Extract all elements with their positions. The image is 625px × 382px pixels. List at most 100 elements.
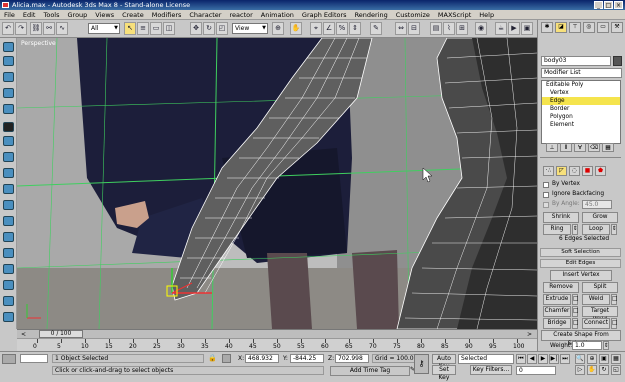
close-icon[interactable]: ×: [614, 1, 623, 9]
menu-help[interactable]: Help: [475, 10, 498, 20]
utilities-tab-icon[interactable]: ⚒: [611, 22, 623, 33]
play-icon[interactable]: ▶: [538, 354, 548, 364]
maximize-icon[interactable]: □: [604, 1, 613, 9]
undo-icon[interactable]: ↶: [2, 22, 14, 35]
select-by-name-icon[interactable]: ≡: [137, 22, 149, 35]
by-angle-checkbox[interactable]: [543, 202, 549, 208]
track-bar[interactable]: 0 5 10 15 20 25 30 35 40 45 50 55 60 65 70 75 80 85 90 95 10…: [17, 338, 537, 351]
stack-edge[interactable]: Edge: [542, 97, 620, 105]
loop-button[interactable]: Loop: [582, 224, 610, 235]
key-filters-button[interactable]: Key Filters...: [470, 365, 512, 375]
tool-icon[interactable]: [3, 280, 14, 290]
menu-reactor[interactable]: reactor: [225, 10, 256, 20]
orbit-icon[interactable]: ↻: [599, 365, 609, 375]
stack-polygon[interactable]: Polygon: [542, 113, 620, 121]
select-manipulate-icon[interactable]: ✋: [290, 22, 302, 35]
tool-icon[interactable]: [3, 232, 14, 242]
named-selection-icon[interactable]: ✎: [370, 22, 382, 35]
key-set-dropdown[interactable]: Selected: [458, 354, 514, 364]
border-mode-icon[interactable]: ◌: [569, 166, 580, 176]
prev-frame-icon[interactable]: <: [21, 331, 26, 338]
maxscript-listener-icon[interactable]: [2, 354, 16, 364]
menu-modifiers[interactable]: Modifiers: [148, 10, 186, 20]
z-coordinate-field[interactable]: 702.998: [335, 354, 369, 363]
goto-start-icon[interactable]: ⏮: [516, 354, 526, 364]
set-key-button[interactable]: Set Key: [432, 365, 456, 381]
motion-tab-icon[interactable]: ◎: [583, 22, 595, 33]
object-name-field[interactable]: body03: [541, 56, 611, 66]
menu-character[interactable]: Character: [185, 10, 225, 20]
shrink-button[interactable]: Shrink: [543, 212, 579, 223]
by-vertex-checkbox[interactable]: [543, 182, 549, 188]
tool-icon[interactable]: [3, 264, 14, 274]
minimize-icon[interactable]: _: [594, 1, 603, 9]
tool-icon[interactable]: [3, 248, 14, 258]
lock-selection-icon[interactable]: 🔒: [208, 354, 217, 363]
tool-icon[interactable]: [3, 104, 14, 114]
chamfer-settings-icon[interactable]: □: [572, 306, 578, 317]
set-key-icon[interactable]: ⚷: [414, 354, 429, 374]
bind-space-warp-icon[interactable]: ∿: [56, 22, 68, 35]
tool-icon[interactable]: [3, 56, 14, 66]
by-angle-field[interactable]: 45.0: [582, 200, 612, 209]
next-frame-icon[interactable]: >: [527, 331, 532, 338]
rect-selection-icon[interactable]: ▭: [150, 22, 162, 35]
ring-button[interactable]: Ring: [543, 224, 571, 235]
select-object-icon[interactable]: ↖: [124, 22, 136, 35]
percent-snap-icon[interactable]: %: [336, 22, 348, 35]
snap-icon[interactable]: ⌖: [310, 22, 322, 35]
next-key-icon[interactable]: ▶|: [549, 354, 559, 364]
perspective-viewport[interactable]: Perspective: [17, 38, 537, 329]
angle-snap-icon[interactable]: ∠: [323, 22, 335, 35]
polygon-mode-icon[interactable]: ■: [582, 166, 593, 176]
menu-maxscript[interactable]: MAXScript: [434, 10, 475, 20]
stack-element[interactable]: Element: [542, 121, 620, 129]
stack-border[interactable]: Border: [542, 105, 620, 113]
zoom-icon[interactable]: 🔍: [575, 354, 585, 364]
loop-spinner[interactable]: ⇕: [611, 224, 617, 235]
edge-mode-icon[interactable]: ◸: [556, 166, 567, 176]
connect-button[interactable]: Connect: [582, 318, 610, 329]
chamfer-button[interactable]: Chamfer: [543, 306, 571, 317]
insert-vertex-button[interactable]: Insert Vertex: [550, 270, 612, 281]
rotate-icon[interactable]: ↻: [203, 22, 215, 35]
time-slider[interactable]: 0 / 100 < >: [17, 329, 537, 338]
tool-icon[interactable]: [3, 152, 14, 162]
pivot-center-icon[interactable]: ⊕: [272, 22, 284, 35]
weld-button[interactable]: Weld: [582, 294, 610, 305]
create-tab-icon[interactable]: ✱: [541, 22, 553, 33]
material-editor-icon[interactable]: ◉: [475, 22, 487, 35]
split-button[interactable]: Split: [582, 282, 618, 293]
goto-end-icon[interactable]: ⏭: [560, 354, 570, 364]
viewport-label[interactable]: Perspective: [21, 40, 56, 47]
connect-settings-icon[interactable]: □: [611, 318, 617, 329]
tool-icon[interactable]: [3, 168, 14, 178]
remove-button[interactable]: Remove: [543, 282, 579, 293]
create-shape-button[interactable]: Create Shape From Selection: [541, 330, 621, 347]
zoom-extents-icon[interactable]: ▣: [599, 354, 609, 364]
move-icon[interactable]: ✥: [190, 22, 202, 35]
zoom-all-icon[interactable]: ⊕: [587, 354, 597, 364]
hierarchy-tab-icon[interactable]: ⊤: [569, 22, 581, 33]
selection-filter-dropdown[interactable]: All: [88, 23, 120, 34]
configure-sets-icon[interactable]: ▦: [602, 143, 614, 152]
object-color-swatch[interactable]: [613, 56, 622, 66]
tool-icon[interactable]: [3, 122, 14, 132]
menu-edit[interactable]: Edit: [19, 10, 40, 20]
tool-icon[interactable]: [3, 184, 14, 194]
render-scene-icon[interactable]: ☕: [495, 22, 507, 35]
maximize-viewport-icon[interactable]: ◱: [611, 365, 621, 375]
schematic-view-icon[interactable]: ⊞: [456, 22, 468, 35]
x-coordinate-field[interactable]: 468.932: [245, 354, 279, 363]
ref-coord-dropdown[interactable]: View: [232, 23, 268, 34]
target-weld-button[interactable]: Target Weld: [582, 306, 618, 323]
display-tab-icon[interactable]: ▭: [597, 22, 609, 33]
maxscript-mini-listener[interactable]: [20, 354, 48, 363]
remove-modifier-icon[interactable]: ⌫: [588, 143, 600, 152]
grow-button[interactable]: Grow: [582, 212, 618, 223]
absolute-mode-icon[interactable]: [222, 354, 231, 363]
pan-icon[interactable]: ✋: [587, 365, 597, 375]
ring-spinner[interactable]: ⇕: [572, 224, 578, 235]
current-frame-field[interactable]: 0: [516, 366, 556, 375]
vertex-mode-icon[interactable]: ·∴: [543, 166, 554, 176]
